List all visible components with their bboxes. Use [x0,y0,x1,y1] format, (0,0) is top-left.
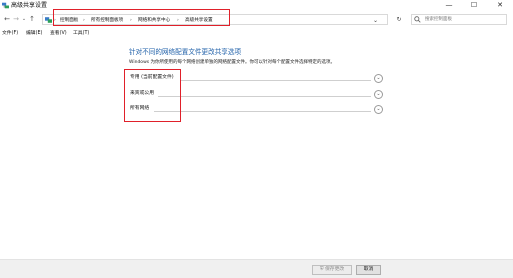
cancel-button[interactable]: 取消 [356,265,381,275]
save-label: 保存更改 [324,267,345,272]
menu-bar: 文件(F) 编辑(E) 查看(V) 工具(T) [0,29,513,39]
page-description: Windows 为你所使用的每个网络创建单独的网络配置文件。你可以针对每个配置文… [129,60,336,65]
window-title: 高级共享设置 [11,2,48,9]
search-input[interactable]: 搜索控制面板 [411,14,507,25]
menu-file[interactable]: 文件(F) [2,30,18,37]
address-highlight-box [53,9,230,26]
search-icon [414,16,421,23]
refresh-icon[interactable]: ↻ [392,14,406,25]
profiles-highlight-box [124,69,181,122]
menu-edit[interactable]: 编辑(E) [26,30,42,37]
menu-tools[interactable]: 工具(T) [73,30,89,37]
close-button[interactable]: ✕ [488,0,512,10]
control-panel-icon [45,17,52,23]
bottom-bar [0,259,513,278]
network-icon [2,2,9,9]
address-dropdown-icon[interactable]: ⌄ [373,17,378,25]
up-arrow-icon[interactable]: ↑ [28,14,36,24]
chevron-down-icon[interactable]: ⌄ [374,105,383,114]
shield-icon: ⛨ [319,267,324,272]
search-placeholder: 搜索控制面板 [425,17,452,22]
divider [158,96,371,97]
maximize-button[interactable]: ☐ [462,0,486,10]
divider [180,80,371,81]
menu-view[interactable]: 查看(V) [50,30,67,37]
save-button[interactable]: ⛨ 保存更改 [312,265,352,275]
page-heading: 针对不同的网络配置文件更改共享选项 [129,48,242,56]
chevron-down-icon[interactable]: ⌄ [374,74,383,83]
chevron-down-icon[interactable]: ⌄ [374,90,383,99]
recent-locations-icon[interactable]: ⌄ [20,14,28,24]
forward-arrow-icon[interactable]: → [12,14,20,24]
divider [154,111,371,112]
back-arrow-icon[interactable]: ← [3,14,11,24]
minimize-button[interactable]: — [437,0,461,10]
